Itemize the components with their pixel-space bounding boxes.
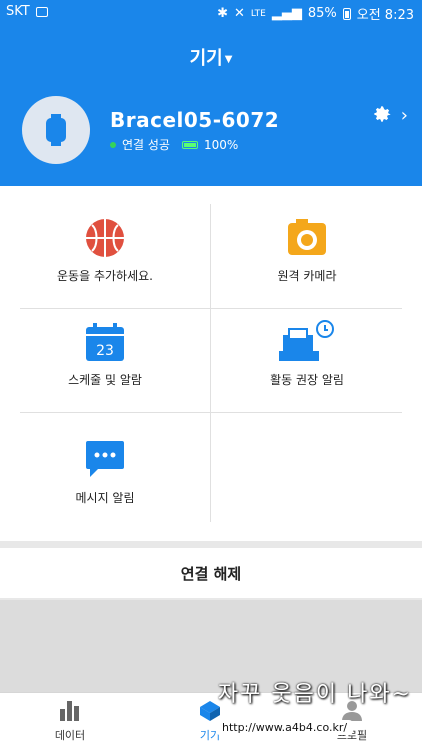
image-notification-icon — [35, 6, 48, 17]
message-alert-button[interactable]: 메시지 알림 — [10, 408, 200, 506]
add-exercise-label: 운동을 추가하세요. — [57, 269, 153, 283]
bar-chart-icon — [60, 701, 79, 721]
schedule-alarm-button[interactable]: 23 스케줄 및 알람 — [10, 290, 200, 388]
remote-camera-label: 원격 카메라 — [277, 269, 337, 283]
connected-dot-icon — [110, 141, 116, 148]
battery-icon — [342, 7, 351, 20]
gear-icon — [374, 106, 391, 122]
device-header: 기기 ▼ Bracel05-6072 연결 성공 100% › — [0, 26, 422, 186]
connection-status: 연결 성공 100% — [110, 136, 238, 153]
activity-alert-label: 활동 권장 알림 — [270, 373, 344, 387]
message-icon — [86, 441, 124, 477]
watermark-text: 자꾸 웃음이 나와~ — [217, 682, 412, 707]
watermark-url: http://www.a4b4.co.kr/ — [216, 720, 354, 735]
connection-text: 연결 성공 — [122, 138, 170, 152]
device-name: Bracel05-6072 — [110, 108, 280, 132]
device-avatar — [22, 96, 90, 164]
dropdown-caret-icon: ▼ — [224, 53, 233, 65]
feature-grid: 운동을 추가하세요. 원격 카메라 23 스케줄 및 알람 활동 권장 알림 메… — [0, 186, 422, 541]
remote-camera-button[interactable]: 원격 카메라 — [212, 186, 402, 284]
disconnect-button[interactable]: 연결 해제 — [0, 548, 422, 598]
mute-icon: ✕ — [233, 6, 245, 21]
nav-data-label: 데이터 — [54, 729, 86, 742]
camera-icon — [288, 219, 326, 255]
signal-icon: ▂▄▆ — [271, 6, 302, 21]
clock: 오전 8:23 — [356, 8, 414, 23]
schedule-alarm-label: 스케줄 및 알람 — [68, 373, 142, 387]
chevron-right-icon: › — [400, 104, 408, 126]
settings-button[interactable]: › — [371, 104, 408, 126]
calendar-icon: 23 — [86, 323, 124, 361]
device-battery-percent: 100% — [203, 137, 239, 152]
battery-percent: 85% — [307, 6, 337, 21]
basketball-icon — [86, 219, 124, 257]
divider — [210, 204, 211, 522]
page-title-text: 기기 — [189, 48, 223, 69]
add-exercise-button[interactable]: 운동을 추가하세요. — [10, 186, 200, 284]
activity-alert-button[interactable]: 활동 권장 알림 — [212, 290, 402, 388]
disconnect-label: 연결 해제 — [180, 564, 242, 583]
watch-icon — [46, 114, 66, 146]
carrier: SKT — [6, 4, 30, 19]
bluetooth-icon: ✱ — [217, 6, 228, 21]
nav-data[interactable]: 데이터 — [10, 699, 130, 743]
chair-clock-icon — [279, 320, 334, 361]
device-battery-icon — [181, 140, 198, 149]
page-title[interactable]: 기기 ▼ — [0, 44, 422, 70]
status-bar: SKT ✱ ✕ LTE ▂▄▆ 85% 오전 8:23 — [0, 0, 422, 26]
message-alert-label: 메시지 알림 — [75, 491, 135, 505]
calendar-day: 23 — [96, 343, 114, 359]
network-label: LTE — [250, 8, 266, 19]
